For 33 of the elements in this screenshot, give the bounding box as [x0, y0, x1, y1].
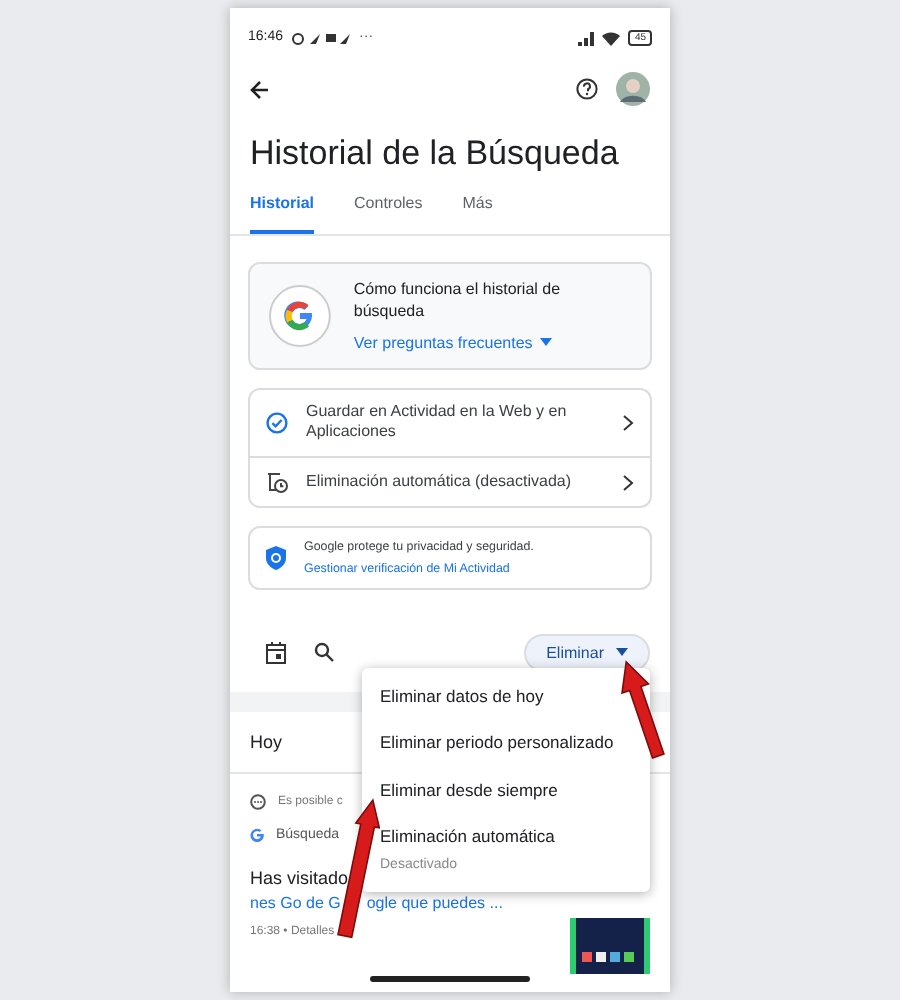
signal-icon: [578, 31, 595, 45]
google-icon: [250, 827, 264, 842]
trash-clock-icon: [266, 470, 288, 495]
search-icon[interactable]: [314, 642, 334, 663]
calendar-icon[interactable]: [266, 641, 286, 664]
menu-item[interactable]: Eliminar periodo personalizado: [380, 720, 614, 768]
avatar-icon[interactable]: [616, 72, 650, 106]
shield-icon: [266, 545, 286, 570]
tab[interactable]: Más: [462, 194, 493, 234]
google-history-icon: [266, 281, 334, 350]
history-link[interactable]: nes Go de G: [250, 894, 341, 913]
history-link[interactable]: ogle que puedes ...: [366, 894, 503, 913]
tab[interactable]: Controles: [354, 194, 423, 234]
chevron-right-icon: [622, 413, 634, 432]
faq-link[interactable]: Ver preguntas frecuentes: [353, 333, 533, 352]
history-heading: Has visitado: [250, 866, 349, 891]
back-arrow-icon[interactable]: [250, 79, 270, 99]
delete-button[interactable]: Eliminar: [524, 633, 650, 672]
page-title: Historial de la Búsqueda: [248, 132, 621, 174]
tab[interactable]: Historial: [250, 194, 315, 234]
chevron-right-icon: [622, 473, 634, 492]
notification-icons: [291, 31, 352, 45]
check-circle-icon: [266, 411, 288, 434]
caret-icon: [540, 338, 553, 347]
info-text: Cómo funciona el historial de búsqueda: [353, 280, 563, 324]
setting-label[interactable]: Guardar en Actividad en la Web y en Aplicaciones: [306, 401, 604, 445]
caret-icon: [616, 648, 628, 657]
wifi-icon: [602, 31, 621, 45]
app-thumbnail: [570, 918, 650, 974]
info-dots-icon: [250, 793, 266, 810]
help-icon[interactable]: [576, 78, 598, 100]
annotation-arrow: [619, 660, 666, 760]
setting-label[interactable]: Eliminación automática (desactivada): [306, 471, 604, 494]
